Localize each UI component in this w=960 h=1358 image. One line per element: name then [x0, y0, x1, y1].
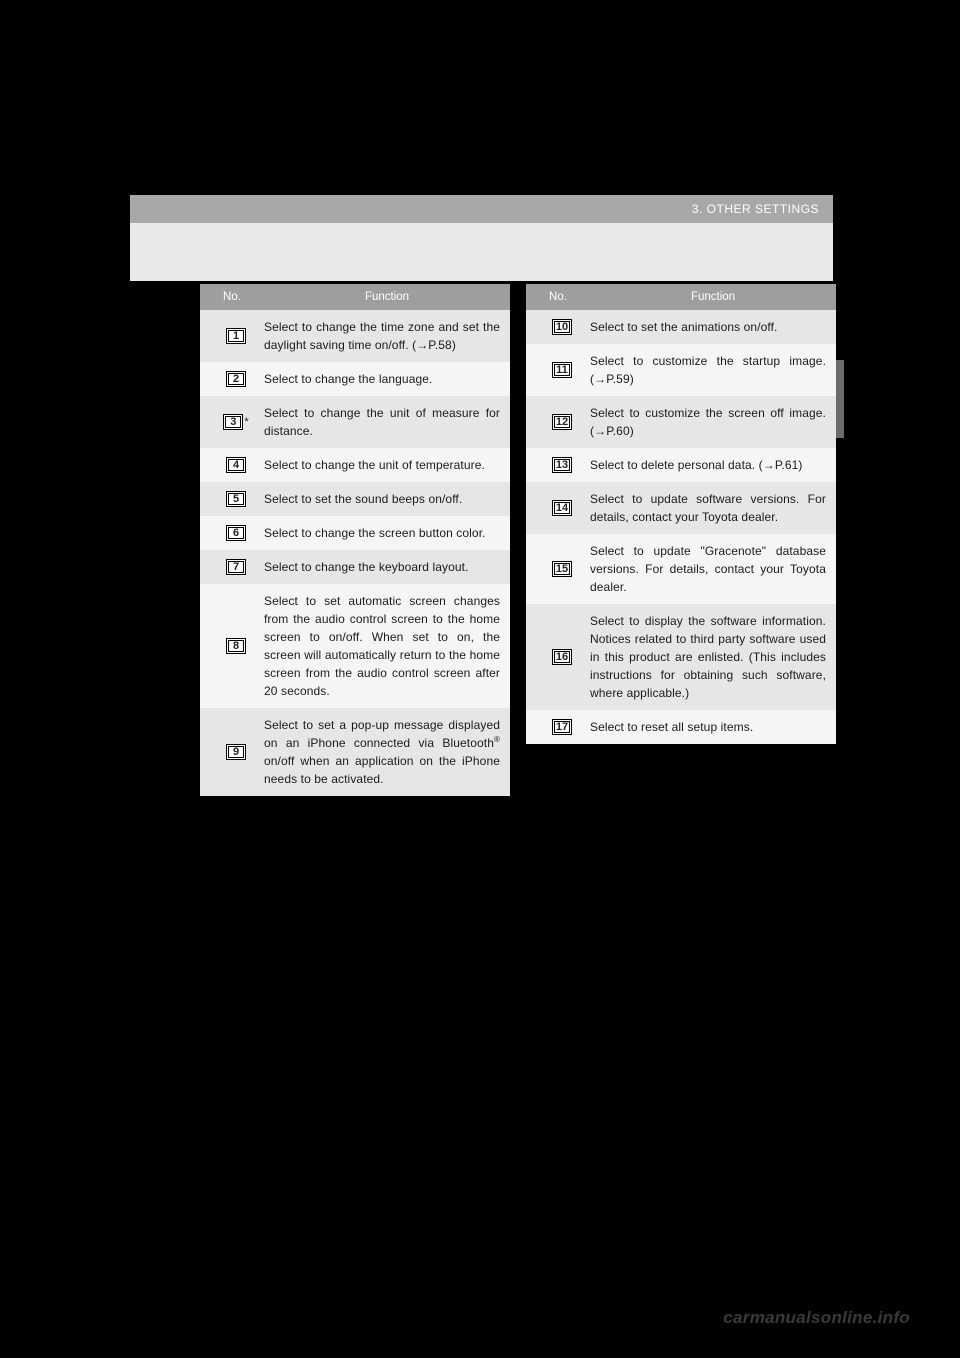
callout-number-icon: 5: [226, 491, 246, 507]
row-number-cell: 11: [534, 362, 590, 378]
row-number-cell: 8: [208, 638, 264, 654]
table-row: 12 Select to customize the screen off ima…: [526, 396, 836, 448]
function-tables: No. Function 1 Select to change the time …: [200, 284, 836, 796]
col-header-no: No.: [200, 291, 264, 303]
row-number-cell: 10: [534, 319, 590, 335]
table-body: 10 Select to set the animations on/off. 11…: [526, 310, 836, 744]
table-row: 11 Select to customize the startup image.…: [526, 344, 836, 396]
callout-number-icon: 10: [552, 319, 572, 335]
table-row: 4 Select to change the unit of temperatur…: [200, 448, 510, 482]
table-row: 14 Select to update software versions. Fo…: [526, 482, 836, 534]
row-function-description: Select to display the software informati…: [590, 612, 826, 702]
table-row: 8 Select to set automatic screen changes …: [200, 584, 510, 708]
row-number-cell: 1: [208, 328, 264, 344]
row-function-description: Select to customize the startup image. (…: [590, 352, 826, 388]
callout-number-icon: 11: [552, 362, 572, 378]
callout-number-icon: 15: [552, 561, 572, 577]
row-number-cell: 17: [534, 719, 590, 735]
function-table-left: No. Function 1 Select to change the time …: [200, 284, 510, 796]
callout-number-icon: 17: [552, 719, 572, 735]
row-function-description: Select to set the animations on/off.: [590, 318, 826, 336]
header-spacer: [130, 223, 833, 281]
row-function-description: Select to reset all setup items.: [590, 718, 826, 736]
row-function-description: Select to change the unit of temperature…: [264, 456, 500, 474]
table-row: 17 Select to reset all setup items.: [526, 710, 836, 744]
table-row: 16 Select to display the software informa…: [526, 604, 836, 710]
table-row: 9 Select to set a pop-up message displaye…: [200, 708, 510, 796]
row-number-cell: 3*: [208, 414, 264, 430]
row-number-cell: 7: [208, 559, 264, 575]
row-function-description: Select to change the keyboard layout.: [264, 558, 500, 576]
callout-number-icon: 4: [226, 457, 246, 473]
row-function-description: Select to update software versions. For …: [590, 490, 826, 526]
footer-watermark: carmanualsonline.info: [723, 1308, 910, 1328]
row-number-cell: 15: [534, 561, 590, 577]
row-function-description: Select to set the sound beeps on/off.: [264, 490, 500, 508]
row-number-cell: 9: [208, 744, 264, 760]
table-row: 6 Select to change the screen button colo…: [200, 516, 510, 550]
table-row: 13 Select to delete personal data. (→P.61…: [526, 448, 836, 482]
callout-number-icon: 6: [226, 525, 246, 541]
table-row: 7 Select to change the keyboard layout.: [200, 550, 510, 584]
function-table-right: No. Function 10 Select to set the animati…: [526, 284, 836, 744]
row-function-description: Select to set automatic screen changes f…: [264, 592, 500, 700]
row-function-description: Select to customize the screen off image…: [590, 404, 826, 440]
row-number-cell: 4: [208, 457, 264, 473]
table-row: 3*Select to change the unit of measure f…: [200, 396, 510, 448]
row-function-description: Select to update "Gracenote" database ve…: [590, 542, 826, 596]
row-number-cell: 14: [534, 500, 590, 516]
table-row: 2 Select to change the language.: [200, 362, 510, 396]
table-row: 15 Select to update "Gracenote" database …: [526, 534, 836, 604]
page-header: 3. OTHER SETTINGS: [130, 195, 833, 281]
row-function-description: Select to change the time zone and set t…: [264, 318, 500, 354]
footnote-asterisk: *: [244, 417, 248, 428]
callout-number-icon: 2: [226, 371, 246, 387]
callout-number-icon: 14: [552, 500, 572, 516]
chapter-title-bar: 3. OTHER SETTINGS: [130, 195, 833, 223]
chapter-title: 3. OTHER SETTINGS: [692, 202, 819, 216]
row-number-cell: 12: [534, 414, 590, 430]
row-function-description: Select to set a pop-up message displayed…: [264, 716, 500, 788]
table-row: 10 Select to set the animations on/off.: [526, 310, 836, 344]
callout-number-icon: 9: [226, 744, 246, 760]
row-number-cell: 2: [208, 371, 264, 387]
table-header: No. Function: [200, 284, 510, 310]
callout-number-icon: 7: [226, 559, 246, 575]
table-body: 1 Select to change the time zone and set …: [200, 310, 510, 796]
callout-number-icon: 13: [552, 457, 572, 473]
callout-number-icon: 8: [226, 638, 246, 654]
table-row: 1 Select to change the time zone and set …: [200, 310, 510, 362]
col-header-function: Function: [590, 291, 836, 303]
row-function-description: Select to change the unit of measure for…: [264, 404, 500, 440]
callout-number-icon: 1: [226, 328, 246, 344]
col-header-function: Function: [264, 291, 510, 303]
row-number-cell: 16: [534, 649, 590, 665]
row-function-description: Select to delete personal data. (→P.61): [590, 456, 826, 474]
table-header: No. Function: [526, 284, 836, 310]
row-number-cell: 6: [208, 525, 264, 541]
callout-number-icon: 3: [223, 414, 243, 430]
row-function-description: Select to change the screen button color…: [264, 524, 500, 542]
table-row: 5 Select to set the sound beeps on/off.: [200, 482, 510, 516]
row-number-cell: 13: [534, 457, 590, 473]
callout-number-icon: 16: [552, 649, 572, 665]
row-number-cell: 5: [208, 491, 264, 507]
col-header-no: No.: [526, 291, 590, 303]
callout-number-icon: 12: [552, 414, 572, 430]
row-function-description: Select to change the language.: [264, 370, 500, 388]
